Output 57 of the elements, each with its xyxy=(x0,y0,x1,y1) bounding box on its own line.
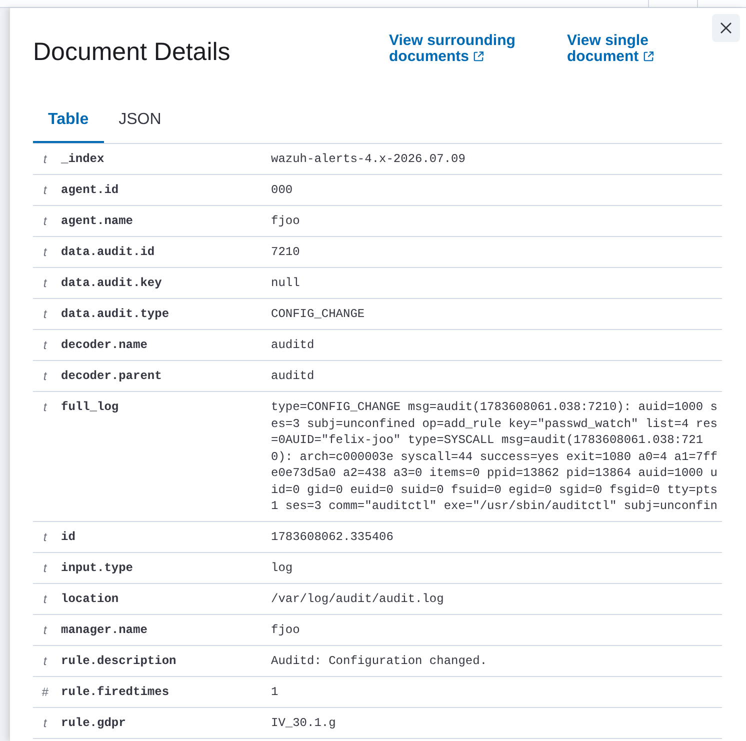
field-type-icon: t xyxy=(43,213,47,230)
close-icon xyxy=(720,22,732,34)
field-value: 000 xyxy=(271,182,293,198)
field-name: full_log xyxy=(61,399,119,416)
field-value: type=CONFIG_CHANGE msg=audit(1783608061.038:7210): auid=1000 ses=3 subj=unconfined op=add_rule key="passwd_watch" list=4 res=0AUID="felix-joo" type=SYSCALL msg=audit(1783608061.038:7210): arch=c000003e syscall=44 success=yes exit=1080 a0=4 a1=7ffe0e73d5a0 a2=438 a3=0 items=0 ppid=13862 pid=13864 auid=1000 uid=0 gid=0 euid=0 suid=0 fsuid=0 egid=0 sgid=0 fsgid=0 tty=pts1 ses=3 comm="auditctl" exe="/usr/sbin/auditctl" subj=unconfin xyxy=(271,399,718,514)
field-value: IV_30.1.g xyxy=(271,715,336,732)
tab[interactable]: JSON xyxy=(104,96,176,143)
view-document-link[interactable]: View single document xyxy=(567,33,677,65)
field-value: 1783608062.335406 xyxy=(271,529,394,546)
field-type-icon: # xyxy=(42,684,48,700)
field-name: location xyxy=(61,591,119,608)
field-type-icon: t xyxy=(43,275,47,292)
tab[interactable]: Table xyxy=(33,96,104,143)
field-type-icon: t xyxy=(43,622,47,638)
field-value: auditd xyxy=(271,337,314,354)
field-name: decoder.parent xyxy=(61,368,162,384)
field-value: wazuh-alerts-4.x-2026.07.09 xyxy=(271,151,466,168)
field-name: id xyxy=(61,529,76,546)
field-type-icon: t xyxy=(43,368,47,384)
field-type-icon: t xyxy=(43,399,47,416)
field-type-icon: t xyxy=(43,653,47,670)
field-value: auditd xyxy=(271,368,314,384)
field-type-icon: t xyxy=(43,529,47,546)
field-type-icon: t xyxy=(43,306,47,322)
field-value: null xyxy=(271,275,300,292)
field-value: fjoo xyxy=(271,213,300,230)
view-document-link[interactable]: View surrounding documents xyxy=(389,33,539,65)
field-name: manager.name xyxy=(61,622,148,638)
field-type-icon: t xyxy=(43,715,47,732)
field-name: data.audit.key xyxy=(61,275,162,292)
field-type-icon: t xyxy=(43,591,47,608)
field-name: rule.gdpr xyxy=(61,715,126,732)
field-name: agent.name xyxy=(61,213,134,230)
field-name: rule.firedtimes xyxy=(61,684,170,700)
field-value: log xyxy=(271,560,293,576)
flyout-title: Document Details xyxy=(33,37,230,67)
field-value: 7210 xyxy=(271,244,300,260)
field-type-icon: t xyxy=(43,151,47,168)
external-link-icon xyxy=(642,51,654,62)
field-name: agent.id xyxy=(61,182,119,198)
external-link-icon xyxy=(473,51,484,62)
field-type-icon: t xyxy=(43,337,47,354)
field-name: rule.description xyxy=(61,653,176,670)
field-name: _index xyxy=(61,151,104,168)
field-name: input.type xyxy=(61,560,134,576)
field-value: 1 xyxy=(271,684,278,700)
field-name: data.audit.type xyxy=(61,306,170,322)
field-type-icon: t xyxy=(43,244,47,260)
field-value: CONFIG_CHANGE xyxy=(271,306,365,322)
field-type-icon: t xyxy=(43,560,47,576)
field-type-icon: t xyxy=(43,182,47,198)
field-value: /var/log/audit/audit.log xyxy=(271,591,444,608)
field-value: fjoo xyxy=(271,622,300,638)
field-name: data.audit.id xyxy=(61,244,155,260)
field-name: decoder.name xyxy=(61,337,148,354)
close-button[interactable] xyxy=(712,14,740,42)
field-value: Auditd: Configuration changed. xyxy=(271,653,488,670)
